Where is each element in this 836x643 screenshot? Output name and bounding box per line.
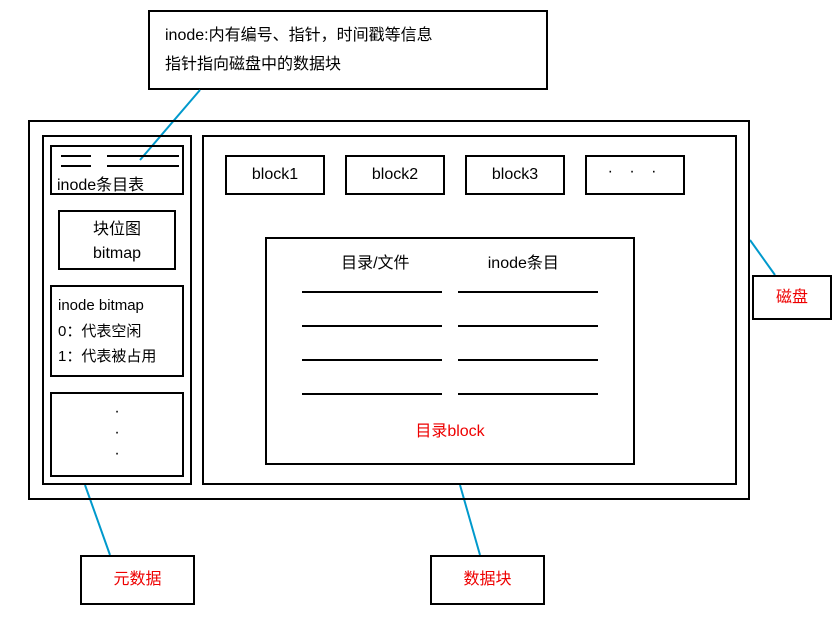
callout-line1: inode:内有编号、指针，时间戳等信息 — [165, 22, 531, 51]
callout-line2: 指针指向磁盘中的数据块 — [165, 51, 531, 80]
block-bitmap-box: 块位图 bitmap — [58, 210, 176, 270]
block-dots-box: · · · — [585, 155, 685, 195]
inode-table-label: inode条目表 — [57, 171, 177, 195]
block3-box: block3 — [465, 155, 565, 195]
metadata-label-box: 元数据 — [80, 555, 195, 605]
directory-block: 目录/文件 inode条目 目录block — [265, 237, 635, 465]
dir-header-left: 目录/文件 — [341, 249, 409, 273]
block2-box: block2 — [345, 155, 445, 195]
inode-callout: inode:内有编号、指针，时间戳等信息 指针指向磁盘中的数据块 — [148, 10, 548, 90]
inode-bitmap-title: inode bitmap — [58, 293, 176, 319]
block-bitmap-line2: bitmap — [60, 242, 174, 266]
block2-label: block2 — [372, 166, 418, 183]
disk-label-box: 磁盘 — [752, 275, 832, 320]
block3-label: block3 — [492, 166, 538, 183]
inode-bitmap-line0: 0：代表空闲 — [58, 319, 176, 345]
block-dots-label: · · · — [608, 163, 663, 180]
metadata-label: 元数据 — [113, 571, 161, 588]
inode-table-box: inode条目表 — [50, 145, 184, 195]
datablock-label-box: 数据块 — [430, 555, 545, 605]
dir-header-right: inode条目 — [488, 249, 559, 273]
inode-bitmap-line1: 1：代表被占用 — [58, 344, 176, 370]
metadata-dots: · · · — [52, 402, 182, 464]
block1-label: block1 — [252, 166, 298, 183]
metadata-dots-box: · · · — [50, 392, 184, 477]
inode-bitmap-box: inode bitmap 0：代表空闲 1：代表被占用 — [50, 285, 184, 377]
dir-block-caption: 目录block — [302, 417, 598, 441]
datablock-label: 数据块 — [463, 571, 511, 588]
disk-label: 磁盘 — [776, 289, 808, 306]
block-bitmap-line1: 块位图 — [60, 218, 174, 242]
block1-box: block1 — [225, 155, 325, 195]
